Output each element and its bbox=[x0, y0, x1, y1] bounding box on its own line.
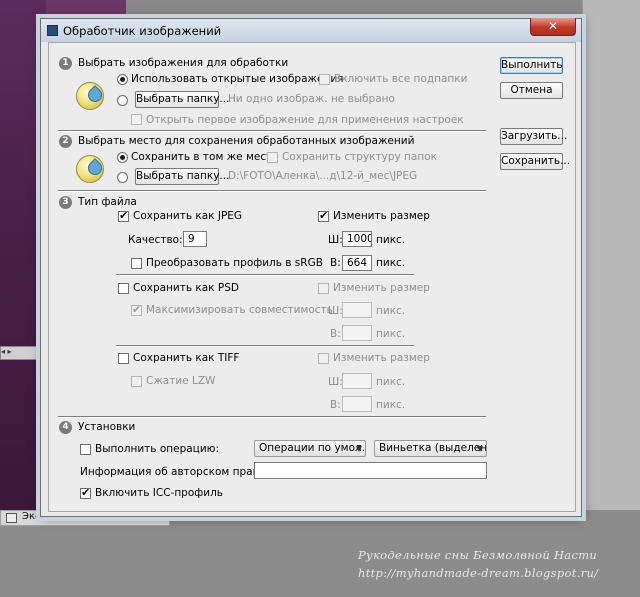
action-select[interactable]: Виньетка (выделен... ▼ bbox=[374, 440, 487, 457]
jpeg-quality-input[interactable]: 9 bbox=[183, 231, 207, 247]
lzw-compression-label: Сжатие LZW bbox=[146, 375, 216, 387]
save-tiff-checkbox[interactable] bbox=[118, 353, 129, 364]
divider bbox=[58, 190, 486, 192]
convert-srgb-checkbox[interactable] bbox=[131, 258, 142, 269]
section-3-number: 3 bbox=[59, 196, 72, 209]
run-action-label: Выполнить операцию: bbox=[95, 443, 220, 455]
run-action-checkbox[interactable] bbox=[80, 444, 91, 455]
jpeg-resize-label: Изменить размер bbox=[333, 210, 430, 222]
watermark-title: Рукодельные сны Безмолвной Насти bbox=[358, 548, 598, 562]
choose-dest-folder-button[interactable]: Выбрать папку... bbox=[135, 168, 229, 185]
section-2-title: Выбрать место для сохранения обработанны… bbox=[78, 135, 415, 147]
photoshop-app-icon bbox=[47, 25, 58, 36]
tiff-width-unit: пикс. bbox=[376, 376, 406, 388]
chevron-down-icon: ▼ bbox=[355, 444, 362, 453]
jpeg-resize-checkbox[interactable] bbox=[318, 209, 329, 222]
maximize-compat-label: Максимизировать совместимость bbox=[146, 304, 333, 316]
action-value: Виньетка (выделен... bbox=[379, 442, 487, 454]
divider bbox=[116, 345, 414, 347]
background-panel bbox=[582, 0, 640, 510]
action-set-value: Операции по умол... bbox=[259, 442, 366, 454]
status-info-icon bbox=[6, 513, 17, 523]
copyright-input[interactable] bbox=[254, 462, 487, 479]
tiff-resize-label: Изменить размер bbox=[333, 352, 430, 364]
copyright-label: Информация об авторском праве: bbox=[80, 466, 269, 478]
save-same-location-radio[interactable] bbox=[117, 152, 128, 163]
section-1-title: Выбрать изображения для обработки bbox=[78, 57, 289, 69]
convert-srgb-label: Преобразовать профиль в sRGB bbox=[146, 257, 323, 269]
jpeg-height-unit: пикс. bbox=[376, 257, 406, 269]
save-same-location-label: Сохранить в том же месте bbox=[131, 151, 279, 163]
droplet-icon bbox=[76, 82, 104, 110]
load-button[interactable]: Загрузить... bbox=[500, 128, 567, 145]
keep-folder-structure-checkbox[interactable] bbox=[267, 152, 278, 163]
tiff-width-label: Ш: bbox=[328, 376, 343, 388]
icc-profile-label: Включить ICC-профиль bbox=[95, 487, 223, 499]
choose-source-folder-button[interactable]: Выбрать папку... bbox=[135, 91, 229, 108]
psd-height-unit: пикс. bbox=[376, 328, 406, 340]
section-4-number: 4 bbox=[59, 421, 72, 434]
no-images-selected-text: Ни одно изображ. не выбрано bbox=[228, 93, 395, 105]
psd-width-unit: пикс. bbox=[376, 305, 406, 317]
open-first-image-checkbox[interactable] bbox=[131, 114, 142, 125]
include-subfolders-label: Включить все подпапки bbox=[334, 73, 468, 85]
save-settings-button[interactable]: Сохранить... bbox=[500, 153, 570, 170]
divider bbox=[116, 274, 414, 276]
include-subfolders-checkbox[interactable] bbox=[319, 74, 330, 85]
jpeg-height-input[interactable]: 664 bbox=[342, 255, 372, 271]
divider bbox=[58, 130, 486, 132]
choose-dest-folder-radio[interactable] bbox=[117, 172, 128, 183]
tiff-width-input[interactable] bbox=[342, 373, 372, 389]
watermark-url: http://myhandmade-dream.blogspot.ru/ bbox=[358, 566, 599, 580]
dialog-title: Обработчик изображений bbox=[63, 24, 222, 38]
keep-folder-structure-label: Сохранить структуру папок bbox=[282, 151, 437, 163]
save-tiff-label: Сохранить как TIFF bbox=[133, 352, 240, 364]
folder-droplet-icon bbox=[76, 155, 104, 183]
jpeg-width-input[interactable]: 1000 bbox=[342, 231, 372, 247]
action-set-select[interactable]: Операции по умол... ▼ bbox=[254, 440, 366, 457]
jpeg-height-label: В: bbox=[330, 257, 341, 269]
run-button[interactable]: Выполнить bbox=[500, 57, 563, 74]
use-open-images-label: Использовать открытые изображения bbox=[131, 73, 344, 85]
save-jpeg-checkbox[interactable] bbox=[118, 209, 129, 222]
section-2-number: 2 bbox=[59, 135, 72, 148]
psd-height-input[interactable] bbox=[342, 325, 372, 341]
tiff-resize-checkbox[interactable] bbox=[318, 353, 329, 364]
psd-height-label: В: bbox=[330, 328, 341, 340]
lzw-compression-checkbox[interactable] bbox=[131, 376, 142, 387]
jpeg-width-unit: пикс. bbox=[376, 234, 406, 246]
psd-resize-label: Изменить размер bbox=[333, 282, 430, 294]
close-button[interactable]: ✕ bbox=[530, 18, 576, 36]
psd-resize-checkbox[interactable] bbox=[318, 283, 329, 294]
tiff-height-label: В: bbox=[330, 399, 341, 411]
destination-path-text: D:\FOTO\Аленка\...д\12-й_мес\JPEG bbox=[228, 170, 418, 182]
save-jpeg-label: Сохранить как JPEG bbox=[133, 210, 243, 222]
cancel-button[interactable]: Отмена bbox=[500, 82, 563, 99]
save-psd-checkbox[interactable] bbox=[118, 283, 129, 294]
psd-width-input[interactable] bbox=[342, 302, 372, 318]
use-open-images-radio[interactable] bbox=[117, 74, 128, 85]
section-3-title: Тип файла bbox=[78, 196, 137, 208]
section-4-title: Установки bbox=[78, 421, 136, 433]
open-first-image-label: Открыть первое изображение для применени… bbox=[146, 114, 464, 126]
tiff-height-unit: пикс. bbox=[376, 399, 406, 411]
tiff-height-input[interactable] bbox=[342, 396, 372, 412]
section-1-number: 1 bbox=[59, 57, 72, 70]
divider bbox=[58, 416, 486, 418]
psd-width-label: Ш: bbox=[328, 305, 343, 317]
jpeg-width-label: Ш: bbox=[328, 234, 343, 246]
icc-profile-checkbox[interactable] bbox=[80, 486, 91, 499]
save-psd-label: Сохранить как PSD bbox=[133, 282, 239, 294]
jpeg-quality-label: Качество: bbox=[128, 234, 183, 246]
maximize-compat-checkbox[interactable] bbox=[131, 303, 142, 316]
choose-folder-radio[interactable] bbox=[117, 95, 128, 106]
chevron-down-icon: ▼ bbox=[476, 444, 483, 453]
